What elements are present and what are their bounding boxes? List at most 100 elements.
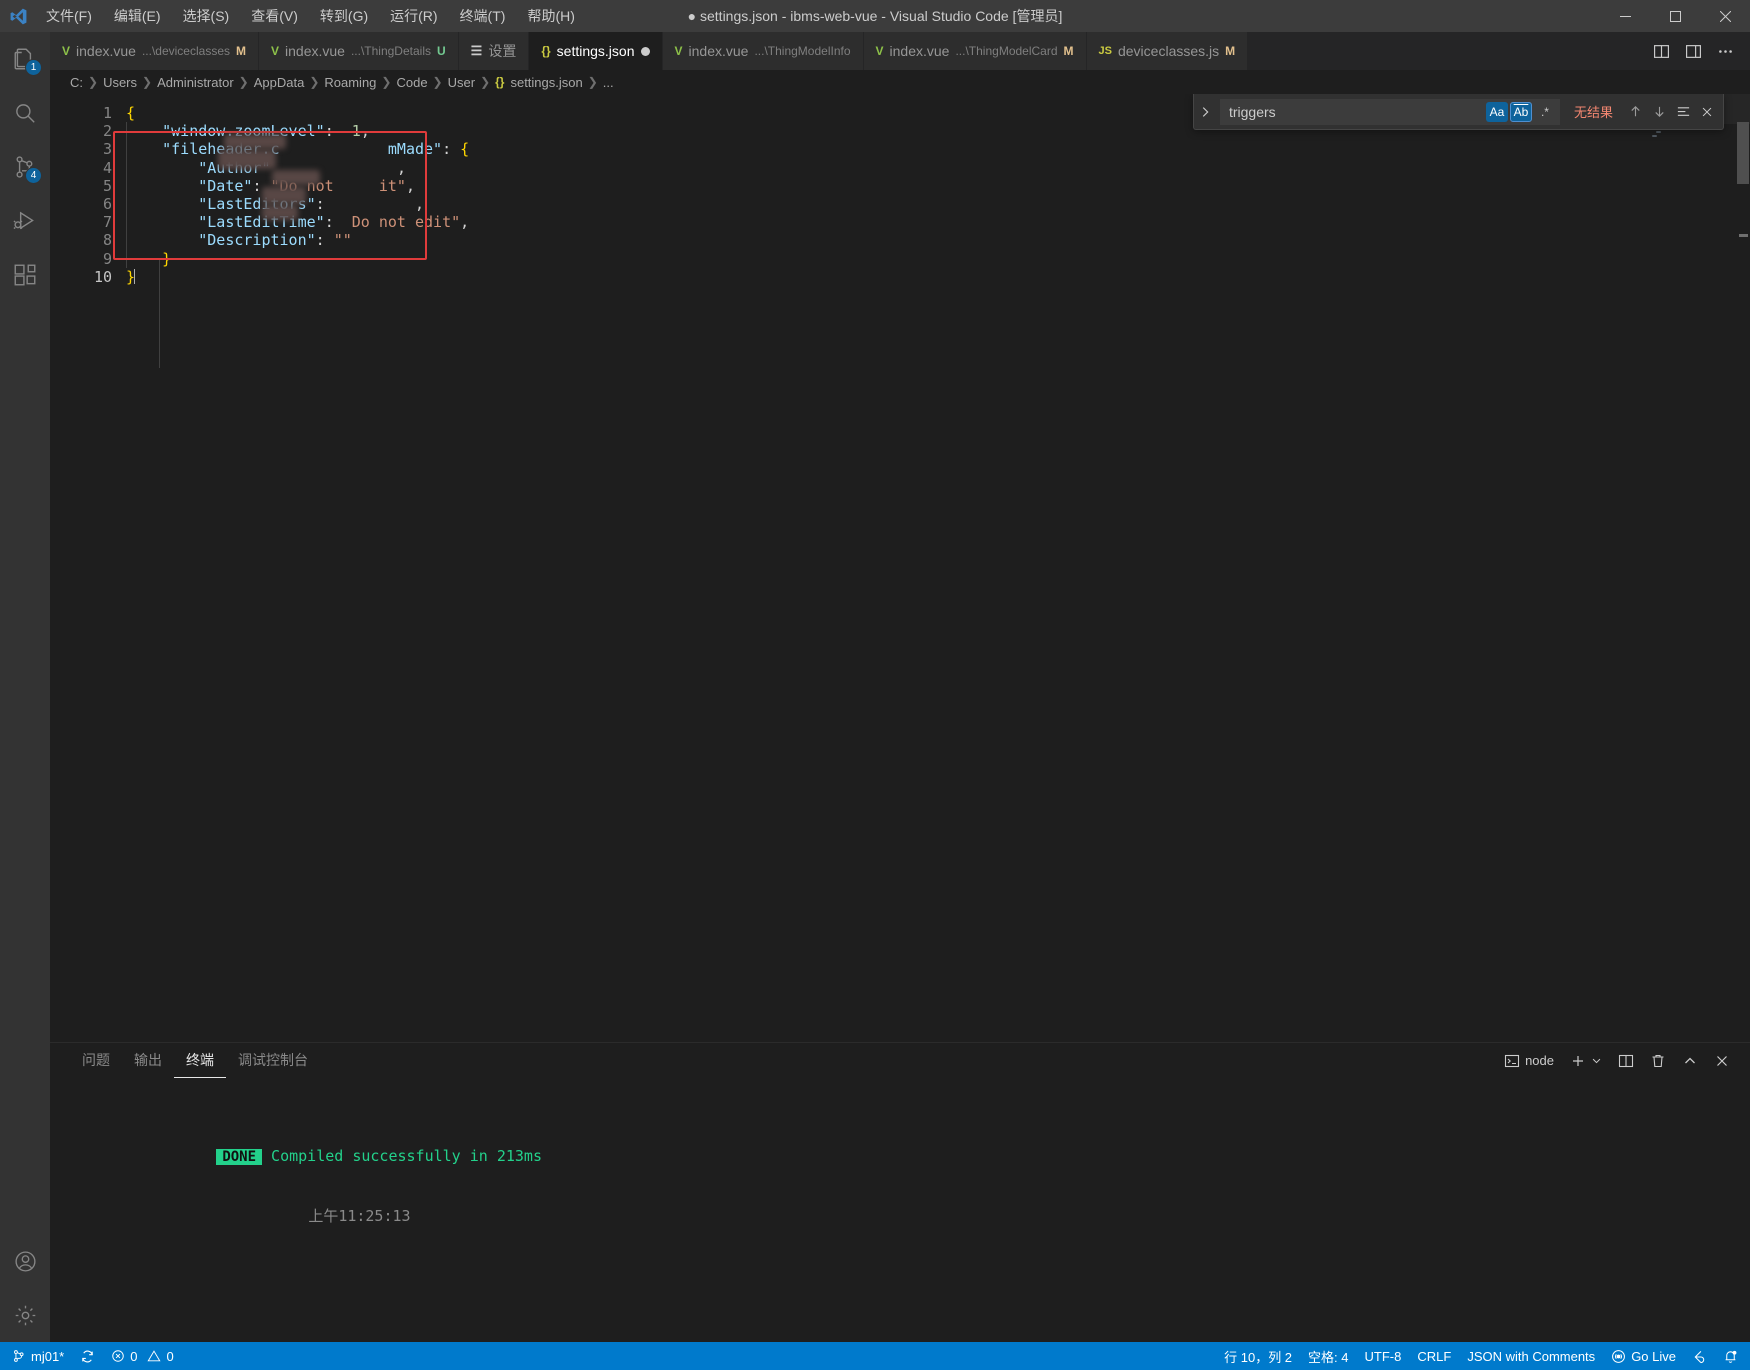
- activitybar-item-source-control[interactable]: 4: [0, 140, 50, 194]
- code-token: "Date": [198, 176, 253, 195]
- maximize-panel-button[interactable]: [1676, 1049, 1704, 1073]
- whole-word-option[interactable]: Ab: [1509, 101, 1532, 122]
- window-controls[interactable]: [1600, 0, 1750, 32]
- breadcrumb-part-roaming[interactable]: Roaming: [324, 75, 376, 90]
- status-indentation[interactable]: 空格: 4: [1300, 1342, 1356, 1370]
- menu-go[interactable]: 转到(G): [310, 2, 378, 30]
- find-input-box[interactable]: Aa Ab .*: [1219, 98, 1560, 125]
- editor-vertical-scrollbar[interactable]: [1736, 94, 1750, 1042]
- tab-index-vue-thingmodelcard[interactable]: V index.vue ...\ThingModelCard M: [863, 32, 1087, 70]
- tab-debug-console[interactable]: 调试控制台: [226, 1043, 320, 1078]
- menu-run[interactable]: 运行(R): [380, 2, 447, 30]
- breadcrumb-part-appdata[interactable]: AppData: [254, 75, 305, 90]
- activitybar-item-accounts[interactable]: [0, 1234, 50, 1288]
- find-input[interactable]: [1228, 103, 1485, 120]
- status-eol[interactable]: CRLF: [1409, 1342, 1459, 1370]
- activitybar-item-explorer[interactable]: 1: [0, 32, 50, 86]
- tab-problems[interactable]: 问题: [70, 1043, 122, 1078]
- status-remote[interactable]: [1684, 1342, 1715, 1370]
- line-number-active: 10: [93, 267, 112, 286]
- status-notifications[interactable]: [1715, 1342, 1746, 1370]
- close-icon[interactable]: [1695, 100, 1719, 124]
- terminal-output[interactable]: DONE Compiled successfully in 213ms 上午11…: [50, 1078, 1750, 1342]
- status-go-live[interactable]: Go Live: [1603, 1342, 1684, 1370]
- title-bar: 文件(F) 编辑(E) 选择(S) 查看(V) 转到(G) 运行(R) 终端(T…: [0, 0, 1750, 32]
- breadcrumb-part-code[interactable]: Code: [396, 75, 427, 90]
- breadcrumb-part-drive[interactable]: C:: [70, 75, 83, 90]
- tab-settings-json[interactable]: {} settings.json: [529, 32, 663, 70]
- tab-index-vue-deviceclasses[interactable]: V index.vue ...\deviceclasses M: [50, 32, 259, 70]
- find-next-button[interactable]: [1647, 100, 1671, 124]
- close-panel-button[interactable]: [1708, 1049, 1736, 1073]
- kill-terminal-button[interactable]: [1644, 1049, 1672, 1073]
- tab-label: index.vue: [76, 43, 136, 59]
- activitybar-item-search[interactable]: [0, 86, 50, 140]
- breadcrumb-part-symbol[interactable]: ...: [603, 75, 614, 90]
- breadcrumb-part-file[interactable]: settings.json: [510, 75, 582, 90]
- breadcrumb-part-administrator[interactable]: Administrator: [157, 75, 234, 90]
- minimize-button[interactable]: [1600, 0, 1650, 32]
- status-branch[interactable]: mj01*: [4, 1342, 72, 1370]
- find-previous-button[interactable]: [1623, 100, 1647, 124]
- split-terminal-button[interactable]: [1612, 1049, 1640, 1073]
- tab-output[interactable]: 输出: [122, 1043, 174, 1078]
- line-number: 1: [102, 104, 112, 122]
- find-in-selection-icon[interactable]: [1671, 100, 1695, 124]
- code-line: "Author" ,: [112, 159, 1646, 177]
- status-cursor-position[interactable]: 行 10，列 2: [1216, 1342, 1300, 1370]
- line-number: 8: [102, 231, 112, 250]
- breadcrumb-part-users[interactable]: Users: [103, 75, 137, 90]
- menu-terminal[interactable]: 终端(T): [450, 2, 516, 30]
- terminal-icon: [1504, 1053, 1520, 1069]
- close-button[interactable]: [1700, 0, 1750, 32]
- activitybar-item-run-debug[interactable]: [0, 194, 50, 248]
- breadcrumb-part-user[interactable]: User: [448, 75, 475, 90]
- use-regex-option[interactable]: .*: [1534, 102, 1556, 122]
- menu-bar[interactable]: 文件(F) 编辑(E) 选择(S) 查看(V) 转到(G) 运行(R) 终端(T…: [36, 2, 585, 30]
- warning-icon: [147, 1349, 162, 1363]
- status-sync[interactable]: [72, 1342, 103, 1370]
- minimap[interactable]: [1646, 94, 1750, 1042]
- find-widget[interactable]: Aa Ab .* 无结果: [1192, 94, 1724, 130]
- match-case-option[interactable]: Aa: [1485, 101, 1508, 122]
- toggle-replace-chevron-right-icon[interactable]: [1194, 95, 1216, 129]
- new-terminal-button[interactable]: [1564, 1049, 1608, 1073]
- breadcrumb-separator-icon: ❯: [238, 75, 249, 89]
- scrollbar-thumb[interactable]: [1737, 122, 1749, 184]
- tab-settings-ui[interactable]: ☰ 设置: [458, 32, 530, 70]
- menu-edit[interactable]: 编辑(E): [104, 2, 171, 30]
- terminal-shell-selector[interactable]: node: [1498, 1049, 1560, 1073]
- tab-unsaved-dot-icon[interactable]: [640, 46, 650, 56]
- split-editor-right-icon[interactable]: [1648, 38, 1674, 64]
- code-token: ,: [415, 194, 425, 213]
- tab-terminal[interactable]: 终端: [174, 1043, 226, 1078]
- toggle-panel-icon[interactable]: [1680, 38, 1706, 64]
- code-content[interactable]: { "window.zoomLevel": -1, "fileheader.c …: [112, 94, 1646, 1042]
- activitybar-item-extensions[interactable]: [0, 248, 50, 302]
- json-icon: {}: [541, 44, 551, 58]
- vue-icon: V: [271, 44, 280, 58]
- menu-view[interactable]: 查看(V): [241, 2, 308, 30]
- tab-path: ...\ThingDetails: [350, 44, 431, 58]
- menu-selection[interactable]: 选择(S): [173, 2, 240, 30]
- code-surface[interactable]: 1 2 3 4 5 6 7 8 9 10 { "window.zoomLevel…: [50, 94, 1646, 1042]
- tab-dirty-badge: M: [1063, 44, 1074, 58]
- code-line: "fileheader.c mMade": {: [112, 140, 1646, 158]
- maximize-button[interactable]: [1650, 0, 1700, 32]
- menu-help[interactable]: 帮助(H): [517, 2, 584, 30]
- tab-index-vue-thingdetails[interactable]: V index.vue ...\ThingDetails U: [259, 32, 459, 70]
- menu-file[interactable]: 文件(F): [36, 2, 102, 30]
- status-encoding[interactable]: UTF-8: [1357, 1342, 1410, 1370]
- more-actions-icon[interactable]: [1712, 38, 1738, 64]
- breadcrumb-separator-icon: ❯: [587, 75, 598, 89]
- breadcrumb-separator-icon: ❯: [381, 75, 392, 89]
- tab-deviceclasses-js[interactable]: JS deviceclasses.js M: [1086, 32, 1249, 70]
- status-language-mode[interactable]: JSON with Comments: [1459, 1342, 1603, 1370]
- activitybar-item-manage-gear[interactable]: [0, 1288, 50, 1342]
- status-problems[interactable]: 0 0: [103, 1342, 181, 1370]
- tab-index-vue-thingmodelinfo[interactable]: V index.vue ...\ThingModelInfo: [662, 32, 864, 70]
